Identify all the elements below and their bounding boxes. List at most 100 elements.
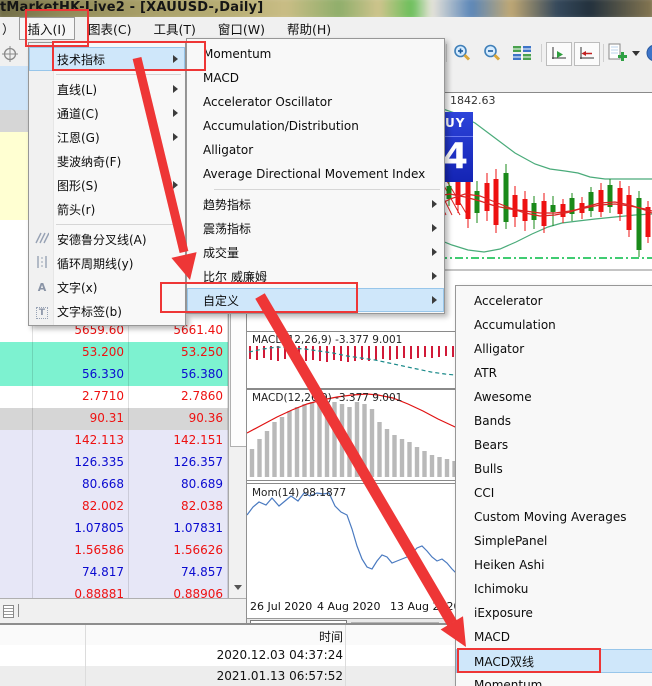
menu-item[interactable]: Accelerator	[456, 289, 652, 313]
menu-item[interactable]: Bands	[456, 409, 652, 433]
menu-item[interactable]: A文字(x)	[29, 275, 185, 299]
menu-item[interactable]: Momentum	[187, 42, 444, 66]
market-watch-row[interactable]: 53.20053.250	[0, 342, 228, 365]
clipped-menu-fragment: ）	[2, 19, 15, 38]
menu-item[interactable]: ATR	[456, 361, 652, 385]
menubar-item[interactable]: 插入(I)	[19, 17, 75, 40]
zoom-out-icon[interactable]	[482, 43, 504, 63]
market-watch-row[interactable]: 126.335 126.357	[0, 452, 228, 475]
menu-item-label: 箭头(r)	[57, 201, 95, 218]
submenu-arrow-icon	[173, 133, 178, 141]
menu-item[interactable]: Awesome	[456, 385, 652, 409]
menu-item[interactable]: Custom Moving Averages	[456, 505, 652, 529]
menu-item[interactable]: 直线(L)	[29, 77, 185, 101]
help-icon[interactable]: ?	[645, 43, 652, 63]
menu-item-label: Alligator	[474, 342, 524, 356]
custom-indicators-submenu-popup: Accelerator Accumulation Alligator ATR Aweso…	[455, 285, 652, 686]
menu-item-label: Momentum	[474, 678, 542, 686]
menu-item[interactable]: 循环周期线(y)	[29, 251, 185, 275]
ask-cell: 0.88906	[173, 587, 223, 598]
toolbar-separator	[603, 44, 604, 62]
menu-item[interactable]: 图形(S)	[29, 173, 185, 197]
toolbar-separator	[446, 44, 447, 62]
menu-item[interactable]: 趋势指标	[187, 192, 444, 216]
menu-item[interactable]: 技术指标	[29, 47, 185, 71]
menu-item[interactable]: MACD	[456, 625, 652, 649]
menu-item[interactable]: 震荡指标	[187, 216, 444, 240]
menu-item[interactable]: Alligator	[456, 337, 652, 361]
window-titlebar: tMarketHK-Live2 - [XAUUSD-,Daily]	[0, 0, 652, 17]
menu-bar: ） 插入(I)图表(C)工具(T)窗口(W)帮助(H)	[0, 17, 652, 40]
menubar-item[interactable]: 窗口(W)	[209, 17, 274, 40]
submenu-arrow-icon	[173, 205, 178, 213]
menu-item[interactable]: MACD双线	[456, 649, 652, 673]
insert-menu-popup: 技术指标直线(L)通道(C)江恩(G)斐波纳奇(F)图形(S) 箭头(r) 安德鲁分…	[28, 42, 186, 326]
menu-item-label: 自定义	[203, 292, 239, 309]
menu-item[interactable]: Bulls	[456, 457, 652, 481]
menu-item[interactable]: Accumulation	[456, 313, 652, 337]
menu-item[interactable]: Heiken Ashi	[456, 553, 652, 577]
menubar-item[interactable]: 工具(T)	[144, 17, 204, 40]
market-watch-row[interactable]: 56.33056.380	[0, 364, 228, 387]
menubar-item[interactable]: 帮助(H)	[278, 17, 340, 40]
new-order-icon[interactable]	[607, 43, 629, 63]
tile-windows-icon[interactable]	[512, 43, 532, 63]
bid-cell: 126.335	[74, 455, 124, 469]
market-watch-row[interactable]: 1.078051.07831	[0, 518, 228, 541]
menu-item[interactable]: MACD	[187, 66, 444, 90]
dropdown-caret-icon[interactable]	[632, 43, 640, 63]
submenu-arrow-icon	[173, 55, 178, 63]
bid-cell: 53.200	[82, 345, 124, 359]
menu-item[interactable]: 江恩(G)	[29, 125, 185, 149]
list-tab-icon[interactable]	[3, 605, 14, 618]
menu-item-label: Awesome	[474, 390, 532, 404]
submenu-arrow-icon	[432, 200, 437, 208]
menu-item-label: 安德鲁分叉线(A)	[57, 231, 147, 248]
menu-item[interactable]: Average Directional Movement Index	[187, 162, 444, 186]
tab-divider	[18, 604, 19, 617]
market-watch-row[interactable]: 82.00282.038	[0, 496, 228, 519]
menu-item[interactable]: Momentum	[456, 673, 652, 686]
menu-item[interactable]: Alligator	[187, 138, 444, 162]
menu-item[interactable]: 成交量	[187, 240, 444, 264]
bid-cell: 1.07805	[74, 521, 124, 535]
ask-cell: 126.357	[173, 455, 223, 469]
menu-item-label: iExposure	[474, 606, 533, 620]
market-watch-row[interactable]: 2.77102.7860	[0, 386, 228, 409]
menu-item[interactable]: CCI	[456, 481, 652, 505]
chart-shift-icon[interactable]	[574, 42, 600, 66]
menu-item[interactable]: 自定义	[187, 288, 444, 312]
market-watch-row[interactable]: 0.888810.88906	[0, 584, 228, 598]
menu-item[interactable]: SimplePanel	[456, 529, 652, 553]
menubar-item[interactable]: 图表(C)	[79, 17, 140, 40]
auto-scroll-icon[interactable]	[546, 42, 572, 66]
menu-item-label: Average Directional Movement Index	[203, 167, 425, 181]
menu-item[interactable]: 安德鲁分叉线(A)	[29, 227, 185, 251]
menu-item[interactable]: Ichimoku	[456, 577, 652, 601]
scrollbar-down-button[interactable]	[230, 579, 245, 596]
menu-item[interactable]: iExposure	[456, 601, 652, 625]
menu-item[interactable]: 斐波纳奇(F)	[29, 149, 185, 173]
momentum-label: Mom(14) 98.1877	[252, 487, 346, 499]
menu-item[interactable]: 比尔 威廉姆	[187, 264, 444, 288]
menu-item[interactable]: 通道(C)	[29, 101, 185, 125]
market-watch-row[interactable]: 80.66880.689	[0, 474, 228, 497]
menu-item[interactable]: 箭头(r)	[29, 197, 185, 221]
menu-item-label: Accumulation	[474, 318, 556, 332]
menu-item[interactable]: Bears	[456, 433, 652, 457]
menu-item-label: Accelerator Oscillator	[203, 95, 332, 109]
scrollbar-thumb[interactable]	[230, 313, 246, 447]
market-watch-row[interactable]: 1.565861.56626	[0, 540, 228, 563]
crosshair-icon[interactable]	[2, 44, 18, 64]
market-watch-row[interactable]: 74.81774.857	[0, 562, 228, 585]
submenu-arrow-icon	[432, 248, 437, 256]
menu-item[interactable]: T文字标签(b)	[29, 299, 185, 323]
market-watch-row[interactable]: 142.113142.151	[0, 430, 228, 453]
zoom-in-icon[interactable]	[452, 43, 474, 63]
menu-item[interactable]: Accumulation/Distribution	[187, 114, 444, 138]
menu-item[interactable]: Accelerator Oscillator	[187, 90, 444, 114]
window-title: tMarketHK-Live2 - [XAUUSD-,Daily]	[0, 0, 263, 15]
menu-item-label: Bands	[474, 414, 511, 428]
macd-top-label: MACD(12,26,9) -3.377 9.001	[252, 334, 402, 346]
market-watch-row[interactable]: 90.3190.36	[0, 408, 228, 431]
